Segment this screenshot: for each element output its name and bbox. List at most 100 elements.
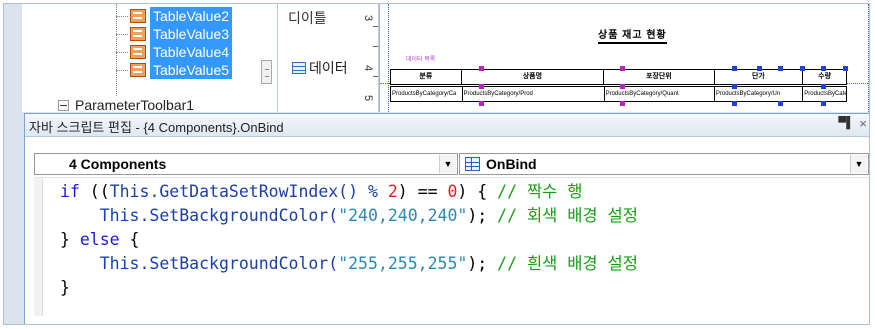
report-canvas[interactable]: 상품 재고 현황 데이터 목록 분류 상품명 포장단위 단가 수량 Produc…	[379, 4, 869, 112]
script-editor-panel: 자바 스크립트 편집 - {4 Components}.OnBind ▀▌ × …	[24, 113, 869, 324]
selection-handle[interactable]	[821, 84, 826, 89]
code-text[interactable]: if ((This.GetDataSetRowIndex() % 2) == 0…	[60, 180, 638, 300]
selection-handle[interactable]	[479, 84, 484, 89]
comment-token: // 회색 배경 설정	[497, 206, 638, 225]
header-cell[interactable]: 상품명	[461, 70, 605, 84]
tree-connector	[116, 70, 128, 71]
selection-handle[interactable]	[821, 101, 826, 106]
property-label-top: 디이틀	[288, 10, 327, 26]
code-token: ) ==	[397, 182, 448, 201]
close-icon[interactable]: ×	[859, 116, 867, 131]
selection-handle[interactable]	[620, 66, 625, 71]
selection-handle[interactable]	[843, 66, 848, 71]
pin-icon[interactable]: ▀▌	[838, 117, 854, 129]
number-token: 0	[447, 182, 458, 201]
ruler-tick	[373, 26, 378, 27]
selection-handle[interactable]	[821, 66, 826, 71]
comment-token: // 짝수 행	[497, 182, 583, 201]
header-cell[interactable]: 수량	[803, 70, 846, 84]
header-cell[interactable]: 단가	[714, 70, 804, 84]
keyword-token: if	[60, 182, 80, 201]
selection-handle[interactable]	[778, 66, 783, 71]
selector-bar: 4 Components ▼ OnBind ▼	[34, 153, 869, 175]
tree-item-label: ParameterToolbar1	[75, 97, 195, 112]
panel-title-bar[interactable]: 자바 스크립트 편집 - {4 Components}.OnBind ▀▌ ×	[25, 114, 869, 137]
dropdown-arrow-icon[interactable]: ▼	[439, 155, 456, 173]
guide-line	[868, 4, 869, 112]
data-cell[interactable]: ProductsByCategory/Prod	[463, 87, 605, 101]
component-tree[interactable]: TableValue2 TableValue3 TableValue4 Tabl…	[22, 4, 278, 112]
code-editor[interactable]: if ((This.GetDataSetRowIndex() % 2) == 0…	[34, 177, 869, 316]
selection-handle[interactable]	[732, 84, 737, 89]
code-line-4: This.SetBackgroundColor("255,255,255"); …	[60, 252, 638, 276]
selection-handle[interactable]	[732, 101, 737, 106]
tree-item-tablevalue4[interactable]: TableValue4	[130, 43, 233, 61]
selection-handle[interactable]	[479, 101, 484, 106]
identifier-token: This	[99, 206, 140, 225]
selection-handle[interactable]	[757, 66, 762, 71]
selection-handle[interactable]	[732, 66, 737, 71]
code-token: ) {	[457, 182, 498, 201]
method-token: .SetBackgroundColor(	[139, 206, 339, 225]
dropdown-arrow-icon[interactable]: ▼	[850, 155, 867, 173]
identifier-token: This	[99, 254, 140, 273]
code-token: {	[119, 230, 140, 249]
tree-connector	[116, 16, 128, 17]
designer-window: TableValue2 TableValue3 TableValue4 Tabl…	[3, 3, 870, 325]
keyword-token: else	[79, 230, 120, 249]
tree-item-tablevalue2[interactable]: TableValue2	[130, 7, 233, 25]
property-strip: 디이틀 데이터	[278, 4, 363, 112]
number-token: 2	[387, 182, 398, 201]
table-data-row[interactable]: ProductsByCategory/Ca ProductsByCategory…	[390, 86, 847, 102]
data-cell[interactable]: ProductsByCategory/Un	[715, 87, 804, 101]
editor-gutter	[34, 178, 43, 316]
event-select-value: OnBind	[486, 156, 537, 172]
event-select[interactable]: OnBind ▼	[459, 153, 869, 175]
selection-handle[interactable]	[778, 101, 783, 106]
identifier-token: This	[109, 182, 150, 201]
ruler-number: 5	[362, 94, 375, 102]
code-line-2: This.SetBackgroundColor("240,240,240"); …	[60, 204, 638, 228]
tree-item-label: TableValue5	[150, 61, 233, 79]
method-token: .SetBackgroundColor(	[139, 254, 339, 273]
tree-item-label: TableValue4	[150, 43, 233, 61]
component-select[interactable]: 4 Components ▼	[34, 153, 458, 175]
selection-handle[interactable]	[479, 66, 484, 71]
string-token: "255,255,255"	[338, 254, 468, 273]
expand-icon[interactable]	[58, 99, 69, 111]
report-title[interactable]: 상품 재고 현황	[598, 26, 667, 44]
data-cell[interactable]: ProductsByCategory/Quant	[605, 87, 715, 101]
comment-token: // 흰색 배경 설정	[497, 254, 638, 273]
table-header-row[interactable]: 분류 상품명 포장단위 단가 수량	[390, 69, 847, 85]
string-token: "240,240,240"	[338, 206, 468, 225]
data-cell[interactable]: ProductsByCategory/Un	[803, 87, 846, 101]
tree-item-tablevalue3[interactable]: TableValue3	[130, 25, 233, 43]
scrollbar-thumb[interactable]	[261, 60, 272, 84]
tree-scrollbar[interactable]	[260, 50, 274, 96]
method-token: .GetDataSetRowIndex() %	[149, 182, 388, 201]
table-value-icon	[130, 27, 146, 41]
tree-item-parametertoolbar1[interactable]: ParameterToolbar1	[58, 96, 194, 112]
table-value-icon	[130, 9, 146, 23]
selection-handle[interactable]	[800, 66, 805, 71]
tree-item-label: TableValue3	[150, 25, 233, 43]
selection-handle[interactable]	[620, 84, 625, 89]
data-cell[interactable]: ProductsByCategory/Ca	[391, 87, 463, 101]
tree-item-label: TableValue2	[150, 7, 233, 25]
selection-handle[interactable]	[620, 101, 625, 106]
event-method-icon	[465, 157, 480, 171]
header-cell[interactable]: 포장단위	[604, 70, 715, 84]
code-token: );	[467, 254, 498, 273]
panel-title: 자바 스크립트 편집 - {4 Components}.OnBind	[29, 120, 284, 135]
ruler-tick	[373, 46, 378, 47]
code-token: ((	[79, 182, 110, 201]
tree-item-tablevalue5[interactable]: TableValue5	[130, 61, 233, 79]
data-property-item[interactable]: 데이터	[292, 58, 348, 78]
header-cell[interactable]: 분류	[391, 70, 462, 84]
ruler-number: 4	[362, 64, 375, 72]
code-line-3: } else {	[60, 228, 638, 252]
code-token: );	[467, 206, 498, 225]
code-token: }	[60, 278, 70, 297]
tree-connector-line	[116, 4, 117, 96]
data-grid-icon	[292, 62, 306, 74]
